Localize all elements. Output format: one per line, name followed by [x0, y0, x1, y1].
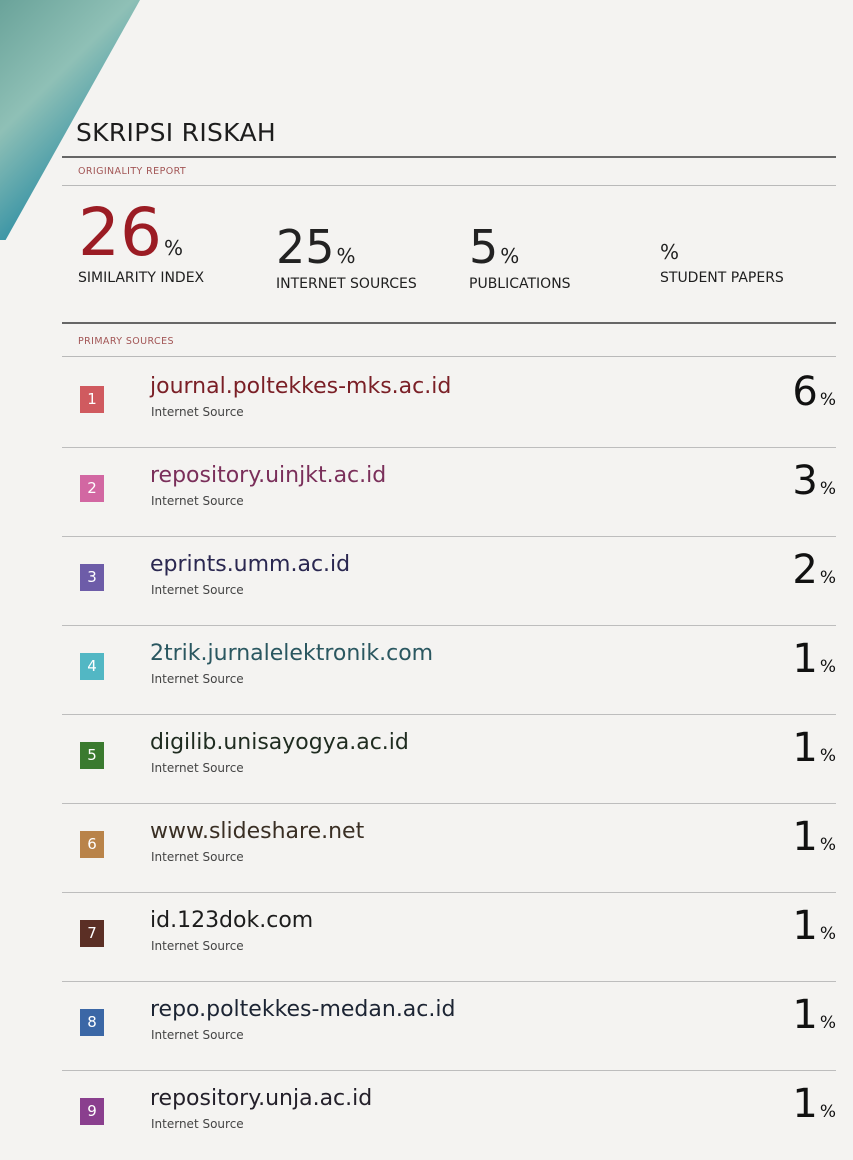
source-percentage-unit: % [819, 568, 836, 588]
source-rank-badge: 4 [80, 653, 104, 680]
source-row: 8 repo.poltekkes-medan.ac.id Internet Sour… [62, 981, 836, 1071]
source-name-link[interactable]: repository.uinjkt.ac.id [150, 463, 386, 488]
source-percentage-unit: % [819, 479, 836, 499]
source-percentage-unit: % [819, 1102, 836, 1122]
source-percentage-value: 1 [792, 636, 818, 682]
source-percentage-value: 1 [792, 903, 818, 949]
source-name-link[interactable]: www.slideshare.net [150, 819, 364, 844]
source-rank-badge: 1 [80, 386, 104, 413]
source-row: 5 digilib.unisayogya.ac.id Internet Source… [62, 714, 836, 804]
source-row: 1 journal.poltekkes-mks.ac.id Internet Sou… [62, 358, 836, 448]
source-name-link[interactable]: repo.poltekkes-medan.ac.id [150, 997, 455, 1022]
publications-unit: % [500, 244, 520, 268]
source-type-label: Internet Source [151, 672, 244, 686]
primary-sources-divider [62, 356, 836, 357]
source-percentage-unit: % [819, 1013, 836, 1033]
source-percentage: 6% [792, 372, 836, 412]
publications-stat: 5 % PUBLICATIONS [469, 224, 571, 292]
student-papers-unit: % [660, 240, 680, 264]
source-percentage-value: 1 [792, 992, 818, 1038]
internet-sources-stat: 25 % INTERNET SOURCES [276, 224, 417, 292]
source-name-link[interactable]: eprints.umm.ac.id [150, 552, 350, 577]
source-percentage-unit: % [819, 924, 836, 944]
originality-divider [62, 185, 836, 186]
source-percentage-value: 2 [792, 547, 818, 593]
source-percentage: 2% [792, 550, 836, 590]
source-type-label: Internet Source [151, 583, 244, 597]
source-percentage-value: 1 [792, 814, 818, 860]
source-rank-badge: 7 [80, 920, 104, 947]
source-rank-badge: 6 [80, 831, 104, 858]
document-title: SKRIPSI RISKAH [76, 118, 276, 147]
student-papers-stat: % STUDENT PAPERS [660, 240, 784, 286]
originality-report-label: ORIGINALITY REPORT [78, 166, 187, 177]
source-percentage-unit: % [819, 746, 836, 766]
source-name-link[interactable]: 2trik.jurnalelektronik.com [150, 641, 433, 666]
primary-sources-label: PRIMARY SOURCES [78, 336, 174, 347]
source-type-label: Internet Source [151, 405, 244, 419]
publications-label: PUBLICATIONS [469, 276, 571, 292]
similarity-index-label: SIMILARITY INDEX [78, 270, 205, 286]
source-name-link[interactable]: digilib.unisayogya.ac.id [150, 730, 409, 755]
source-row: 3 eprints.umm.ac.id Internet Source 2% [62, 536, 836, 626]
source-type-label: Internet Source [151, 850, 244, 864]
source-percentage-unit: % [819, 657, 836, 677]
source-name-link[interactable]: journal.poltekkes-mks.ac.id [150, 374, 451, 399]
source-percentage-unit: % [819, 835, 836, 855]
source-row: 9 repository.unja.ac.id Internet Source 1% [62, 1070, 836, 1160]
source-row: 2 repository.uinjkt.ac.id Internet Source 3… [62, 447, 836, 537]
similarity-index-value: 26 [78, 194, 162, 271]
source-percentage-unit: % [819, 390, 836, 410]
source-name-link[interactable]: id.123dok.com [150, 908, 313, 933]
similarity-index-unit: % [163, 236, 183, 260]
source-percentage-value: 1 [792, 725, 818, 771]
student-papers-label: STUDENT PAPERS [660, 270, 784, 286]
source-row: 7 id.123dok.com Internet Source 1% [62, 892, 836, 982]
source-rank-badge: 2 [80, 475, 104, 502]
source-type-label: Internet Source [151, 1028, 244, 1042]
stats-divider [62, 322, 836, 324]
source-row: 6 www.slideshare.net Internet Source 1% [62, 803, 836, 893]
source-percentage: 1% [792, 817, 836, 857]
source-rank-badge: 3 [80, 564, 104, 591]
internet-sources-value: 25 [276, 220, 335, 274]
source-rank-badge: 9 [80, 1098, 104, 1125]
title-divider [62, 156, 836, 158]
source-rank-badge: 8 [80, 1009, 104, 1036]
source-percentage: 1% [792, 906, 836, 946]
source-type-label: Internet Source [151, 761, 244, 775]
source-name-link[interactable]: repository.unja.ac.id [150, 1086, 372, 1111]
source-percentage: 1% [792, 639, 836, 679]
publications-value: 5 [469, 220, 499, 274]
source-percentage: 3% [792, 461, 836, 501]
source-percentage-value: 1 [792, 1081, 818, 1127]
source-percentage: 1% [792, 728, 836, 768]
internet-sources-unit: % [336, 244, 356, 268]
source-percentage: 1% [792, 995, 836, 1035]
source-percentage-value: 3 [792, 458, 818, 504]
source-rank-badge: 5 [80, 742, 104, 769]
source-row: 4 2trik.jurnalelektronik.com Internet Sour… [62, 625, 836, 715]
similarity-index-stat: 26 % SIMILARITY INDEX [78, 194, 205, 287]
source-percentage-value: 6 [792, 369, 818, 415]
source-type-label: Internet Source [151, 939, 244, 953]
internet-sources-label: INTERNET SOURCES [276, 276, 417, 292]
source-percentage: 1% [792, 1084, 836, 1124]
source-type-label: Internet Source [151, 1117, 244, 1131]
source-type-label: Internet Source [151, 494, 244, 508]
